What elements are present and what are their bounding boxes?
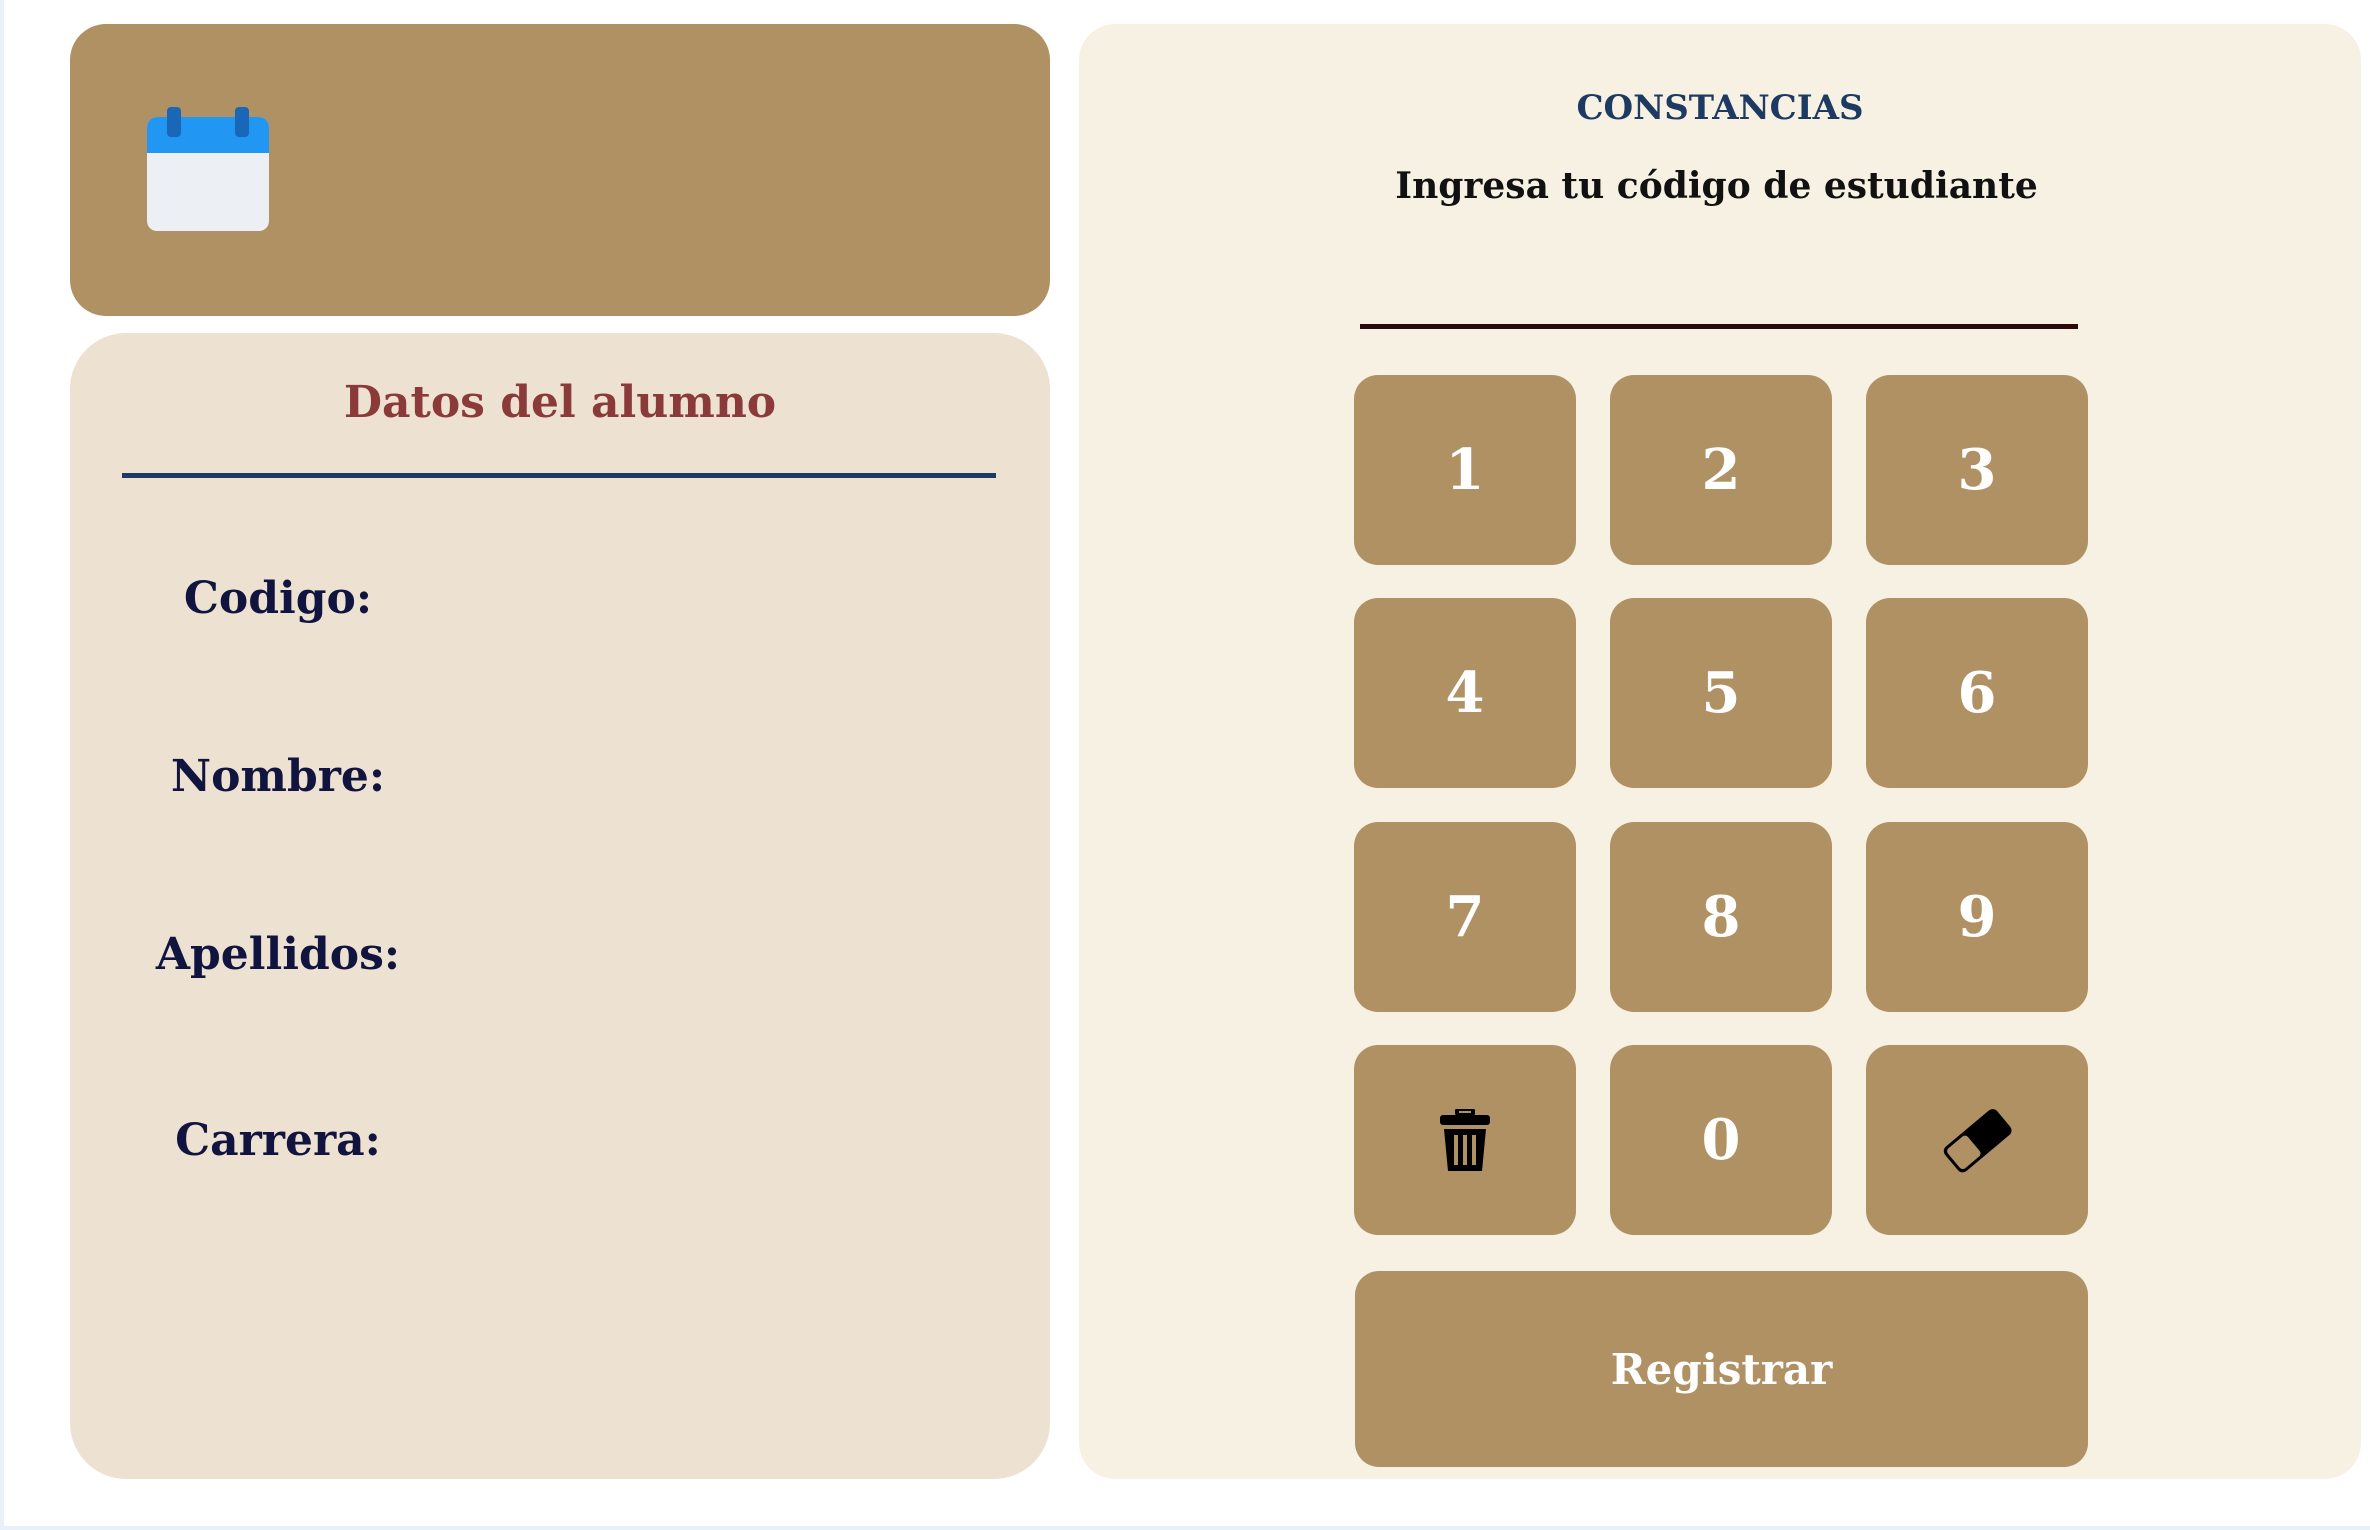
student-code-input[interactable] — [1360, 264, 2078, 329]
keypad-button-0[interactable]: 0 — [1610, 1045, 1832, 1235]
keypad-button-9[interactable]: 9 — [1866, 822, 2088, 1012]
calendar-icon — [147, 107, 269, 231]
clear-all-button[interactable] — [1354, 1045, 1576, 1235]
surnames-label: Apellidos: — [155, 929, 401, 980]
eraser-icon — [1943, 1109, 2012, 1173]
keypad-button-8[interactable]: 8 — [1610, 822, 1832, 1012]
trash-icon — [1440, 1109, 1490, 1171]
keypad-button-2[interactable]: 2 — [1610, 375, 1832, 565]
panel-title: CONSTANCIAS — [1576, 88, 1864, 128]
student-card-title: Datos del alumno — [343, 377, 777, 428]
name-label: Nombre: — [170, 751, 386, 802]
code-label: Codigo: — [183, 573, 373, 624]
keypad-button-3[interactable]: 3 — [1866, 375, 2088, 565]
divider — [122, 473, 996, 478]
backspace-button[interactable] — [1866, 1045, 2088, 1235]
keypad-button-5[interactable]: 5 — [1610, 598, 1832, 788]
career-label: Carrera: — [175, 1115, 381, 1166]
panel-subtitle: Ingresa tu código de estudiante — [1395, 165, 2038, 207]
student-data-card: Datos del alumno Codigo: Nombre: Apellid… — [70, 333, 1050, 1479]
header-card — [70, 24, 1050, 316]
keypad-button-4[interactable]: 4 — [1354, 598, 1576, 788]
keypad-button-7[interactable]: 7 — [1354, 822, 1576, 1012]
register-button[interactable]: Registrar — [1355, 1271, 2088, 1467]
app-frame: Datos del alumno Codigo: Nombre: Apellid… — [0, 0, 2370, 1530]
keypad-button-1[interactable]: 1 — [1354, 375, 1576, 565]
constancias-panel: CONSTANCIAS Ingresa tu código de estudia… — [1079, 24, 2361, 1479]
keypad-button-6[interactable]: 6 — [1866, 598, 2088, 788]
